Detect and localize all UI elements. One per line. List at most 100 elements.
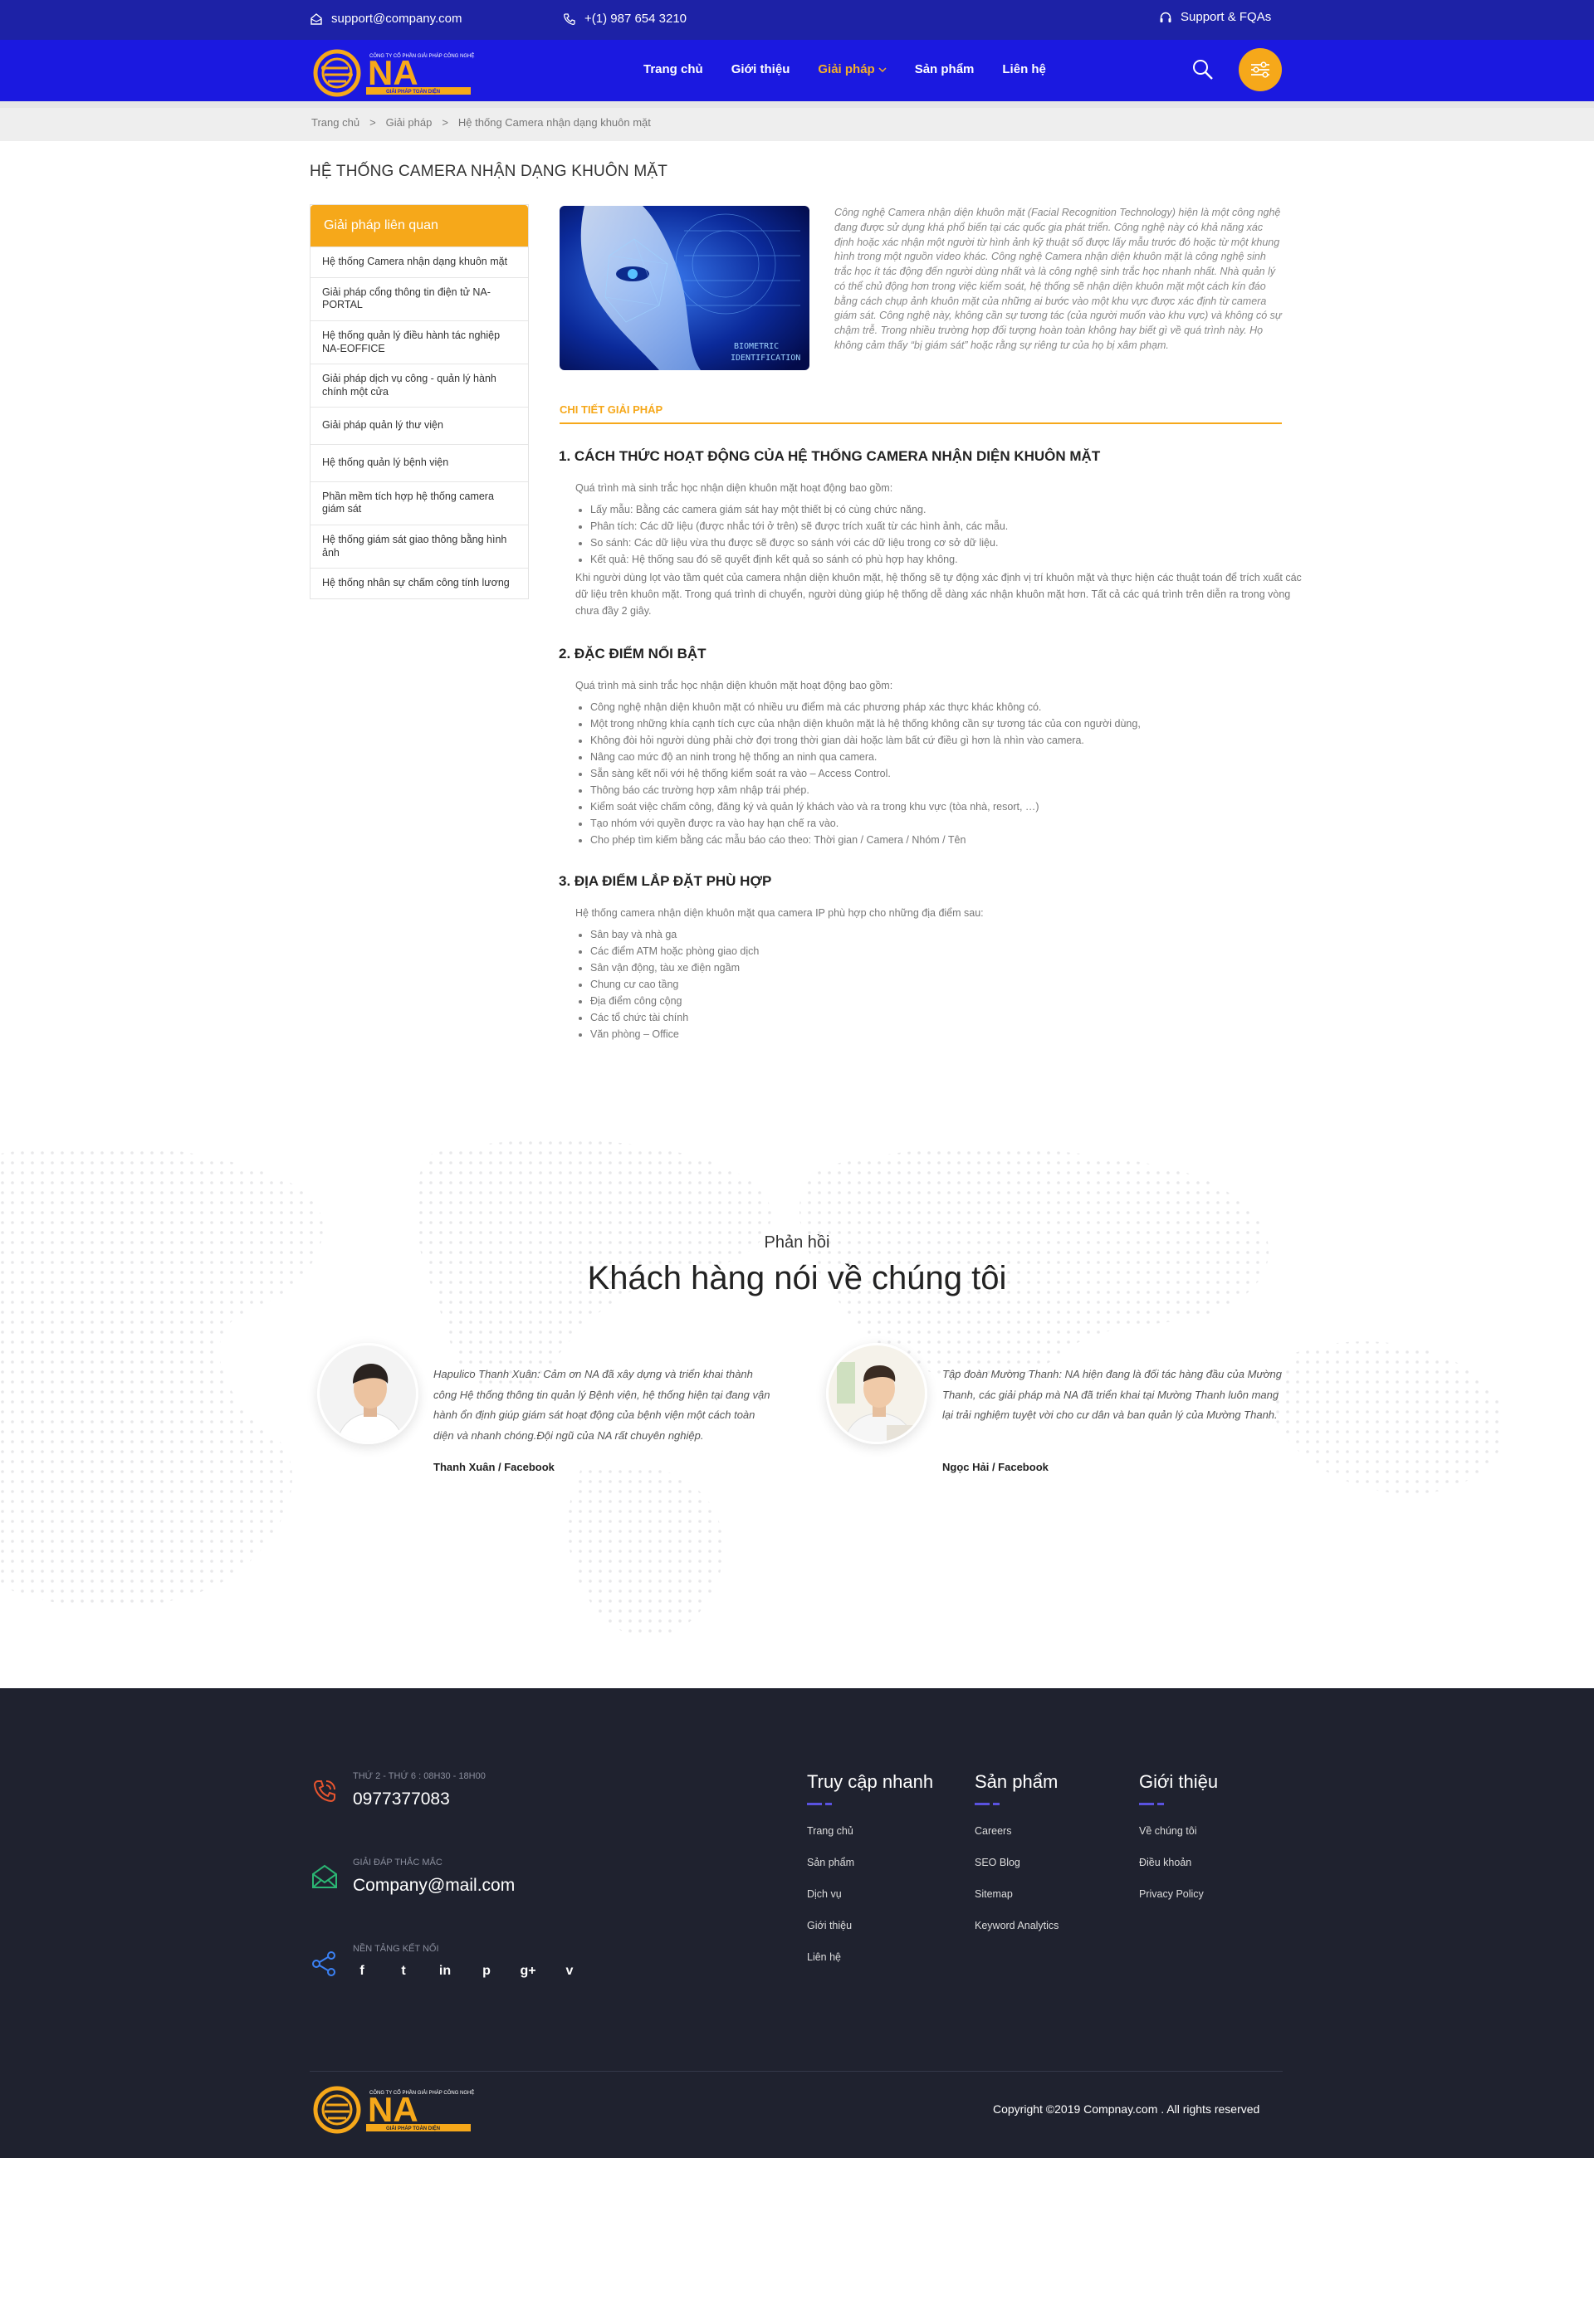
- testimonial-card: Tập đoàn Mường Thanh: NA hiện đang là đố…: [826, 1343, 1324, 1484]
- logo-graphic: NA CÔNG TY CỔ PHẦN GIẢI PHÁP CÔNG NGHỆ G…: [313, 49, 474, 97]
- mail-caption: GIẢI ĐÁP THẮC MẮC: [353, 1858, 443, 1868]
- footer-column-title: Giới thiệu: [1139, 1771, 1219, 1792]
- footer-link[interactable]: Liên hệ: [807, 1951, 933, 1983]
- footer-link[interactable]: Dịch vụ: [807, 1888, 933, 1920]
- list-item: So sánh: Các dữ liệu vừa thu được sẽ đượ…: [590, 535, 1306, 551]
- footer-phone[interactable]: 0977377083: [353, 1789, 450, 1809]
- footer-link[interactable]: Keyword Analytics: [975, 1920, 1059, 1951]
- footer-column-quick-access: Truy cập nhanh Trang chủ Sản phẩm Dịch v…: [807, 1771, 933, 1983]
- person-photo: [829, 1345, 925, 1442]
- svg-text:CÔNG TY CỔ PHẦN GIẢI PHÁP CÔNG: CÔNG TY CỔ PHẦN GIẢI PHÁP CÔNG NGHỆ: [369, 2089, 474, 2096]
- phone-icon: [564, 12, 575, 25]
- home-mail-icon: [310, 12, 322, 25]
- support-link[interactable]: Support & FQAs: [1159, 10, 1271, 24]
- list-item: Sân bay và nhà ga: [590, 926, 1306, 943]
- sidebar-item[interactable]: Giải pháp cổng thông tin điện tử NA-PORT…: [310, 276, 528, 320]
- footer-link[interactable]: Privacy Policy: [1139, 1888, 1218, 1920]
- sliders-icon: [1251, 61, 1269, 78]
- testimonial-author[interactable]: Ngọc Hải / Facebook: [942, 1461, 1049, 1473]
- linkedin-icon[interactable]: in: [436, 1964, 454, 1979]
- footer-title-underline: [1139, 1803, 1164, 1805]
- list-item: Các điểm ATM hoặc phòng giao dịch: [590, 943, 1306, 959]
- sidebar-item[interactable]: Hệ thống quản lý bệnh viện: [310, 444, 528, 481]
- footer-column-about: Giới thiệu Về chúng tôi Điều khoản Priva…: [1139, 1771, 1218, 1920]
- sidebar-item[interactable]: Phần mềm tích hợp hệ thống camera giám s…: [310, 481, 528, 525]
- phone-caption: THỨ 2 - THỨ 6 : 08H30 - 18H00: [353, 1771, 486, 1781]
- section-title: 2. ĐẶC ĐIỂM NỔI BẬT: [559, 646, 707, 662]
- nav-contact[interactable]: Liên hệ: [1002, 62, 1046, 76]
- list-item: Phân tích: Các dữ liệu (được nhắc tới ở …: [590, 518, 1306, 535]
- sidebar-item[interactable]: Giải pháp dịch vụ công - quản lý hành ch…: [310, 364, 528, 407]
- phone-icon: [313, 1780, 335, 1803]
- list-item: Không đòi hỏi người dùng phải chờ đợi tr…: [590, 732, 1306, 749]
- footer-link[interactable]: Điều khoản: [1139, 1857, 1218, 1888]
- footer-link[interactable]: Sản phẩm: [807, 1857, 933, 1888]
- detail-heading: CHI TIẾT GIẢI PHÁP: [560, 403, 1282, 424]
- site-logo[interactable]: NA CÔNG TY CỔ PHẦN GIẢI PHÁP CÔNG NGHỆ G…: [310, 43, 476, 98]
- topbar-phone[interactable]: +(1) 987 654 3210: [563, 12, 687, 26]
- pinterest-icon[interactable]: p: [477, 1964, 496, 1979]
- list-item: Kết quả: Hệ thống sau đó sẽ quyết định k…: [590, 551, 1306, 568]
- list-item: Lấy mẫu: Bằng các camera giám sát hay mộ…: [590, 501, 1306, 518]
- sidebar-item[interactable]: Hệ thống nhân sự chấm công tính lương: [310, 568, 528, 598]
- avatar: [317, 1343, 418, 1444]
- copyright-text: Copyright ©2019 Compnay.com . All rights…: [993, 2102, 1260, 2116]
- breadcrumb-separator: >: [442, 116, 448, 129]
- nav-about[interactable]: Giới thiệu: [731, 62, 790, 76]
- breadcrumb-home[interactable]: Trang chủ: [311, 116, 359, 129]
- sidebar-item[interactable]: Giải pháp quản lý thư viện: [310, 407, 528, 444]
- sidebar-item[interactable]: Hệ thống giám sát giao thông bằng hình ả…: [310, 524, 528, 568]
- footer-link[interactable]: Trang chủ: [807, 1825, 933, 1857]
- breadcrumb-solutions[interactable]: Giải pháp: [386, 116, 433, 129]
- testimonials-subtitle: Phản hồi: [764, 1233, 830, 1252]
- footer-link[interactable]: Về chúng tôi: [1139, 1825, 1218, 1857]
- footer-column-title: Truy cập nhanh: [807, 1771, 934, 1792]
- nav-home[interactable]: Trang chủ: [643, 62, 703, 76]
- svg-text:GIẢI PHÁP TOÀN DIỆN: GIẢI PHÁP TOÀN DIỆN: [386, 2125, 440, 2131]
- footer-mail[interactable]: Company@mail.com: [353, 1876, 515, 1896]
- chevron-down-icon: [878, 66, 887, 72]
- section-lead: Hệ thống camera nhận diện khuôn mặt qua …: [575, 907, 984, 919]
- topbar-phone-text: +(1) 987 654 3210: [584, 12, 687, 26]
- svg-text:GIẢI PHÁP TOÀN DIỆN: GIẢI PHÁP TOÀN DIỆN: [386, 88, 440, 95]
- section-title: 1. CÁCH THỨC HOẠT ĐỘNG CỦA HỆ THỐNG CAME…: [559, 448, 1101, 464]
- list-item: Văn phòng – Office: [590, 1026, 1306, 1042]
- list-item: Các tổ chức tài chính: [590, 1009, 1306, 1026]
- testimonial-quote: Tập đoàn Mường Thanh: NA hiện đang là đố…: [942, 1368, 1282, 1422]
- facebook-icon[interactable]: f: [353, 1964, 371, 1979]
- search-button[interactable]: [1191, 58, 1215, 81]
- svg-text:CÔNG TY CỔ PHẦN GIẢI PHÁP CÔNG: CÔNG TY CỔ PHẦN GIẢI PHÁP CÔNG NGHỆ: [369, 52, 474, 59]
- sidebar-item[interactable]: Hệ thống quản lý điều hành tác nghiệp NA…: [310, 320, 528, 364]
- footer-column-products: Sản phẩm Careers SEO Blog Sitemap Keywor…: [975, 1771, 1059, 1951]
- footer-link[interactable]: Sitemap: [975, 1888, 1059, 1920]
- topbar-email[interactable]: support@company.com: [310, 12, 462, 26]
- nav-products[interactable]: Sản phẩm: [915, 62, 975, 76]
- social-links: f t in p g+ v: [353, 1964, 579, 1979]
- section-title: 3. ĐỊA ĐIỂM LẮP ĐẶT PHÙ HỢP: [559, 873, 772, 889]
- footer-link[interactable]: Giới thiệu: [807, 1920, 933, 1951]
- footer-logo[interactable]: NA CÔNG TY CỔ PHẦN GIẢI PHÁP CÔNG NGHỆ G…: [310, 2078, 476, 2136]
- twitter-icon[interactable]: t: [394, 1964, 413, 1979]
- related-solutions-sidebar: Giải pháp liên quan Hệ thống Camera nhận…: [310, 204, 529, 599]
- section-body: Hệ thống camera nhận diện khuôn mặt qua …: [575, 905, 1306, 1044]
- testimonial-card: Hapulico Thanh Xuân: Cảm ơn NA đã xây dự…: [317, 1343, 815, 1484]
- google-plus-icon[interactable]: g+: [519, 1964, 537, 1979]
- nav-solutions[interactable]: Giải pháp: [818, 62, 887, 76]
- footer-link[interactable]: SEO Blog: [975, 1857, 1059, 1888]
- page-title: HỆ THỐNG CAMERA NHẬN DẠNG KHUÔN MẶT: [310, 163, 668, 180]
- search-icon: [1193, 60, 1213, 80]
- main-nav: Trang chủ Giới thiệu Giải pháp Sản phẩm …: [643, 62, 1046, 76]
- testimonial-author[interactable]: Thanh Xuân / Facebook: [433, 1461, 555, 1473]
- sidebar-title: Giải pháp liên quan: [310, 205, 528, 247]
- testimonials-title: Khách hàng nói về chúng tôi: [587, 1260, 1007, 1296]
- footer-title-underline: [975, 1803, 1000, 1805]
- svg-text:NA: NA: [368, 2090, 418, 2129]
- breadcrumb-separator: >: [369, 116, 376, 129]
- vimeo-icon[interactable]: v: [560, 1964, 579, 1979]
- svg-text:NA: NA: [368, 53, 418, 92]
- section-bullets: Sân bay và nhà ga Các điểm ATM hoặc phòn…: [590, 926, 1306, 1042]
- sidebar-item[interactable]: Hệ thống Camera nhận dạng khuôn mặt: [310, 247, 528, 277]
- footer-link[interactable]: Careers: [975, 1825, 1059, 1857]
- list-item: Công nghệ nhận diện khuôn mặt có nhiều ư…: [590, 699, 1306, 715]
- settings-menu-button[interactable]: [1239, 48, 1282, 91]
